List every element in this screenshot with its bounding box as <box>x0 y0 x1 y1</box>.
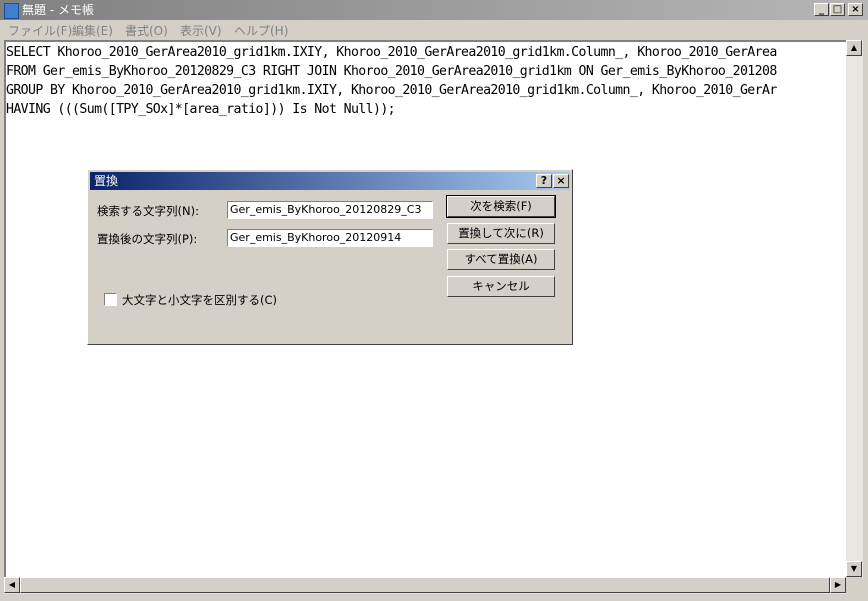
resize-grip[interactable] <box>846 577 863 594</box>
menu-help[interactable]: ヘルプ(H) <box>234 22 288 39</box>
replace-all-button[interactable]: すべて置換(A) <box>447 249 555 270</box>
menu-format[interactable]: 書式(O) <box>125 22 168 39</box>
dialog-titlebar: 置換 ? × <box>90 172 570 190</box>
find-next-button[interactable]: 次を検索(F) <box>446 195 556 218</box>
menu-edit[interactable]: 編集(E) <box>72 22 113 39</box>
find-label: 検索する文字列(N): <box>97 204 199 218</box>
cancel-button[interactable]: キャンセル <box>447 276 555 297</box>
window-title: 無題 - メモ帳 <box>22 3 94 17</box>
find-input[interactable]: Ger_emis_ByKhoroo_20120829_C3 <box>227 201 433 219</box>
scroll-up-button[interactable]: ▲ <box>846 40 862 56</box>
menu-view[interactable]: 表示(V) <box>180 22 222 39</box>
horizontal-scrollbar[interactable]: ◀ ▶ <box>4 577 846 594</box>
editor-line: SELECT Khoroo_2010_GerArea2010_grid1km.I… <box>6 45 777 60</box>
dialog-title: 置換 <box>94 174 119 188</box>
replace-input[interactable]: Ger_emis_ByKhoroo_20120914 <box>227 229 433 247</box>
scroll-right-button[interactable]: ▶ <box>830 577 846 593</box>
replace-button[interactable]: 置換して次に(R) <box>447 223 555 244</box>
match-case-label[interactable]: 大文字と小文字を区別する(C) <box>122 292 277 308</box>
dialog-close-button[interactable]: × <box>553 174 569 188</box>
help-button[interactable]: ? <box>536 174 552 188</box>
window-titlebar: 無題 - メモ帳 _ □ × <box>0 0 868 20</box>
match-case-checkbox[interactable] <box>104 293 117 306</box>
minimize-button[interactable]: _ <box>814 3 829 16</box>
replace-label: 置換後の文字列(P): <box>97 232 198 246</box>
editor-line: FROM Ger_emis_ByKhoroo_20120829_C3 RIGHT… <box>6 64 777 79</box>
scroll-down-button[interactable]: ▼ <box>846 561 862 577</box>
scroll-left-button[interactable]: ◀ <box>4 577 20 593</box>
menu-bar: ファイル(F) 編集(E) 書式(O) 表示(V) ヘルプ(H) <box>0 20 868 39</box>
menu-file[interactable]: ファイル(F) <box>8 22 72 39</box>
editor-line: GROUP BY Khoroo_2010_GerArea2010_grid1km… <box>6 83 777 98</box>
editor-line: HAVING (((Sum([TPY_SOx]*[area_ratio])) I… <box>6 102 396 117</box>
horizontal-scroll-thumb[interactable] <box>20 577 830 593</box>
vertical-scrollbar[interactable]: ▲ ▼ <box>846 40 863 577</box>
maximize-button[interactable]: □ <box>830 3 845 16</box>
notepad-icon <box>4 3 19 19</box>
close-button[interactable]: × <box>848 3 863 16</box>
